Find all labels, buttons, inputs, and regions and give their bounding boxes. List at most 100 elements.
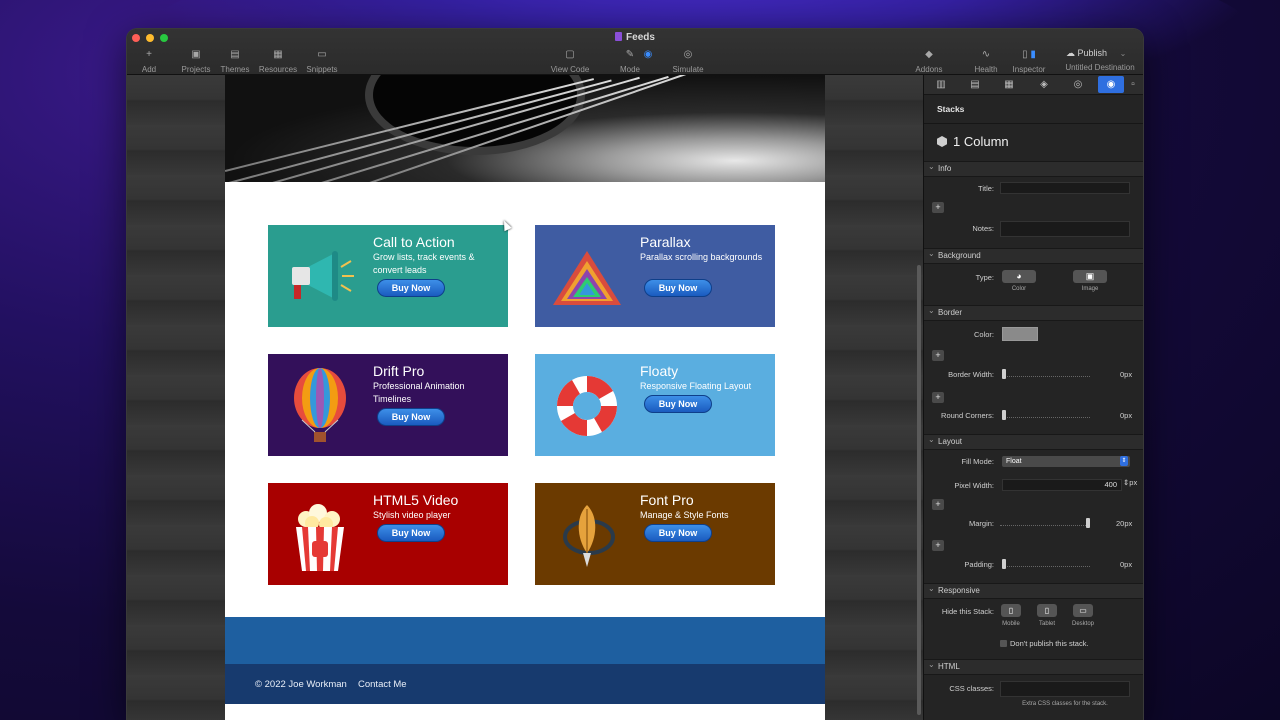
product-card: Font Pro Manage & Style Fonts Buy Now	[535, 483, 775, 585]
dont-publish-checkbox[interactable]	[1000, 640, 1007, 647]
section-info[interactable]: Info	[924, 160, 1143, 177]
pixel-width-stepper[interactable]: ⇕px	[1123, 478, 1137, 487]
projects-button[interactable]: ▣ Projects	[179, 49, 213, 74]
padding-slider[interactable]	[1002, 559, 1090, 569]
buy-now-button[interactable]: Buy Now	[644, 524, 712, 542]
padding-label: Padding:	[964, 560, 994, 569]
card-description: Professional Animation Timelines	[373, 381, 465, 404]
pixel-width-field[interactable]: 400	[1002, 479, 1122, 491]
header-tab-icon[interactable]: ▦	[996, 76, 1022, 93]
document-icon	[615, 32, 623, 41]
product-card: Drift Pro Professional Animation Timelin…	[268, 354, 508, 456]
add-padding-button[interactable]: +	[932, 540, 944, 551]
buy-now-button[interactable]: Buy Now	[377, 408, 445, 426]
border-color-well[interactable]	[1002, 327, 1038, 341]
chevron-down-icon: ⌄	[1119, 49, 1127, 58]
preview-mode-button[interactable]: ◉	[637, 49, 659, 65]
round-corners-slider[interactable]	[1002, 410, 1090, 420]
inspector-button[interactable]: ▯ ▮ Inspector	[1009, 49, 1049, 74]
color-type-label: Color	[1011, 286, 1027, 292]
section-html[interactable]: HTML	[924, 658, 1143, 675]
hide-tablet-button[interactable]: ▯	[1037, 604, 1057, 617]
css-classes-field[interactable]	[1000, 681, 1130, 697]
cube-icon	[937, 136, 947, 147]
image-type-button[interactable]: ▣	[1073, 270, 1107, 283]
page-tab-icon[interactable]: ▥	[928, 76, 954, 93]
layout-tab-icon[interactable]: ▤	[962, 76, 988, 93]
add-corners-button[interactable]: +	[932, 392, 944, 403]
triangle-logo-icon	[547, 239, 627, 319]
addons-icon: ◆	[925, 49, 933, 60]
health-button[interactable]: ∿ Health	[970, 49, 1002, 74]
publish-button[interactable]: ☁ Publish ⌄	[1066, 48, 1126, 59]
add-button[interactable]: + Add	[134, 49, 164, 74]
footer-copyright: © 2022 Joe Workman	[255, 679, 347, 690]
sidebar-toggle-icon: ▯ ▮	[1022, 49, 1036, 60]
border-width-value: 0px	[1120, 370, 1133, 379]
section-background[interactable]: Background	[924, 247, 1143, 264]
buy-now-button[interactable]: Buy Now	[644, 279, 712, 297]
buy-now-button[interactable]: Buy Now	[644, 395, 712, 413]
slider-knob[interactable]	[1002, 559, 1006, 569]
inspector-header: Stacks	[937, 104, 965, 114]
slider-knob[interactable]	[1002, 410, 1006, 420]
product-card: Floaty Responsive Floating Layout Buy No…	[535, 354, 775, 456]
color-type-button[interactable]: ◕	[1002, 270, 1036, 283]
add-border-button[interactable]: +	[932, 350, 944, 361]
card-title: Drift Pro	[373, 363, 425, 379]
inspector-tabs: ▥ ▤ ▦ ◈ ◎ ◉ ▫	[924, 75, 1143, 95]
stacks-tab-icon[interactable]: ◉	[1098, 76, 1124, 93]
add-info-button[interactable]: +	[932, 202, 944, 213]
buy-now-button[interactable]: Buy Now	[377, 524, 445, 542]
hide-stack-label: Hide this Stack:	[941, 607, 994, 616]
slider-knob[interactable]	[1002, 369, 1006, 379]
css-classes-hint: Extra CSS classes for the stack.	[1022, 701, 1108, 707]
divider	[924, 123, 1143, 124]
hide-mobile-button[interactable]: ▯	[1001, 604, 1021, 617]
themes-button[interactable]: ▤ Themes	[219, 49, 251, 74]
type-label: Type:	[975, 273, 994, 282]
toolbar: Feeds + Add ▣ Projects ▤ Themes ▦ Resources …	[127, 29, 1143, 75]
notes-field[interactable]	[1000, 221, 1130, 237]
editor-canvas[interactable]: Call to Action Grow lists, track events …	[127, 75, 923, 720]
hero-image	[225, 75, 825, 182]
tablet-icon: ▯	[1044, 606, 1050, 615]
snippets-button[interactable]: ▭ Snippets	[305, 49, 339, 74]
margin-slider[interactable]	[1000, 518, 1090, 528]
section-layout[interactable]: Layout	[924, 433, 1143, 450]
hide-desktop-button[interactable]: ▭	[1073, 604, 1093, 617]
fill-mode-label: Fill Mode:	[961, 457, 994, 466]
simulate-button[interactable]: ◎ Simulate	[669, 49, 707, 74]
resources-icon: ▦	[273, 49, 283, 60]
slider-knob[interactable]	[1086, 518, 1090, 528]
tag-tab-icon[interactable]: ◈	[1031, 76, 1057, 93]
more-tab-icon[interactable]: ▫	[1126, 76, 1140, 93]
resources-button[interactable]: ▦ Resources	[257, 49, 299, 74]
contact-link[interactable]: Contact Me	[358, 679, 407, 690]
title-label: Title:	[978, 184, 994, 193]
css-classes-label: CSS classes:	[949, 684, 994, 693]
target-tab-icon[interactable]: ◎	[1065, 76, 1091, 93]
popcorn-icon	[280, 497, 360, 577]
select-arrows-icon: ⇕	[1120, 456, 1128, 466]
card-title: Floaty	[640, 363, 679, 379]
padding-value: 0px	[1120, 560, 1133, 569]
fill-mode-select[interactable]: Float ⇕	[1002, 456, 1130, 467]
view-code-button[interactable]: ▢ View Code	[549, 49, 591, 74]
addons-button[interactable]: ◆ Addons	[913, 49, 945, 74]
footer: © 2022 Joe Workman Contact Me	[225, 664, 825, 704]
image-type-label: Image	[1081, 286, 1099, 292]
notes-label: Notes:	[972, 224, 994, 233]
title-field[interactable]	[1000, 182, 1130, 194]
border-width-slider[interactable]	[1002, 369, 1090, 379]
publish-destination[interactable]: Untitled Destination	[1062, 63, 1138, 72]
add-margin-button[interactable]: +	[932, 499, 944, 510]
section-responsive[interactable]: Responsive	[924, 582, 1143, 599]
border-color-label: Color:	[973, 330, 994, 339]
product-card: HTML5 Video Stylish video player Buy Now	[268, 483, 508, 585]
footer-band	[225, 617, 825, 664]
buy-now-button[interactable]: Buy Now	[377, 279, 445, 297]
heartbeat-icon: ∿	[981, 49, 991, 60]
snippets-icon: ▭	[317, 49, 327, 60]
section-border[interactable]: Border	[924, 304, 1143, 321]
